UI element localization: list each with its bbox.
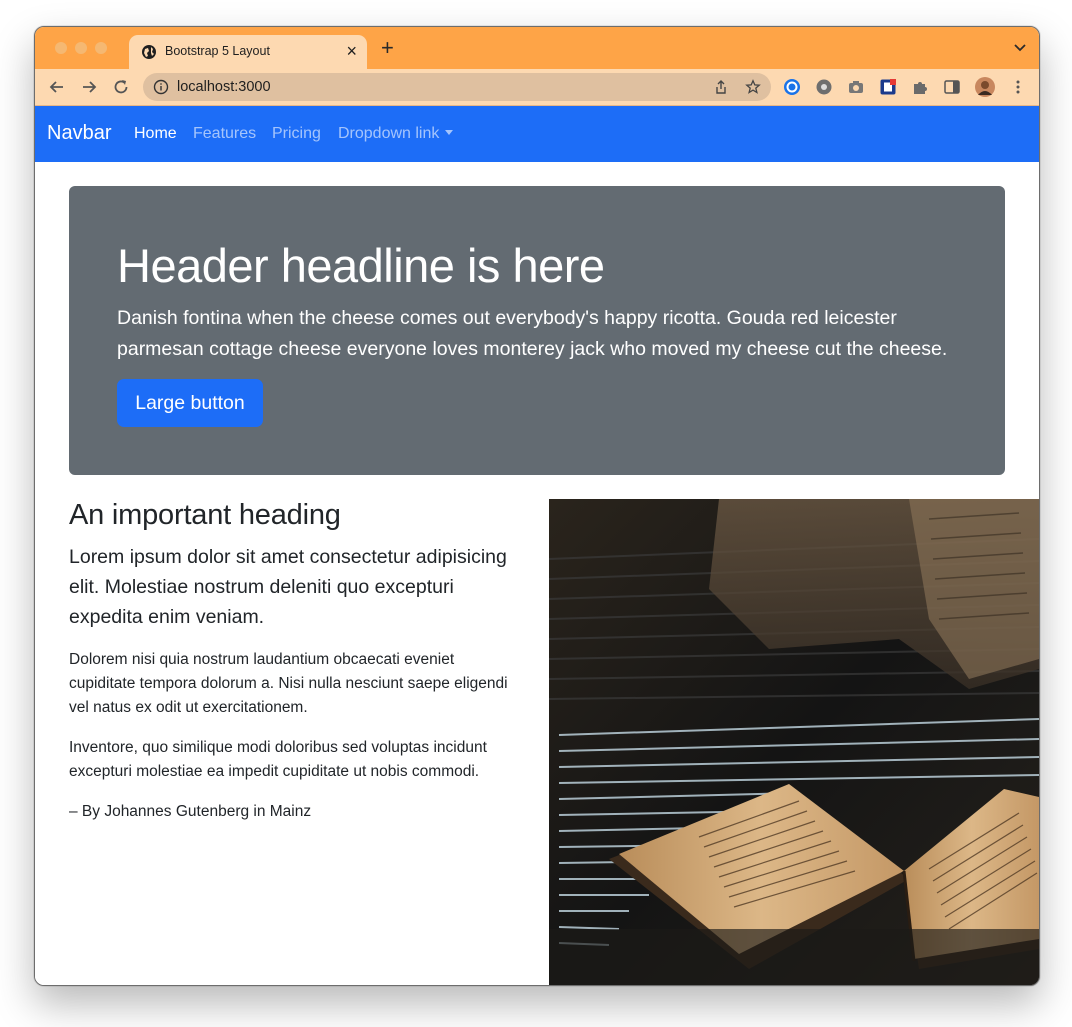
jumbotron: Header headline is here Danish fontina w…	[69, 186, 1005, 475]
minimize-window-button[interactable]	[75, 42, 87, 54]
section-lead: Lorem ipsum dolor sit amet consectetur a…	[69, 546, 507, 628]
tab-bootstrap-layout[interactable]: Bootstrap 5 Layout ×	[129, 35, 367, 69]
nav-link-dropdown[interactable]: Dropdown link	[338, 125, 454, 143]
new-tab-button[interactable]: +	[381, 37, 394, 59]
browser-toolbar: localhost:3000	[35, 69, 1039, 106]
side-panel-icon[interactable]	[943, 78, 961, 96]
nav-link-features[interactable]: Features	[193, 125, 256, 143]
tab-title: Bootstrap 5 Layout	[165, 44, 270, 58]
profile-avatar[interactable]	[975, 77, 995, 97]
attribution: – By Johannes Gutenberg in Mainz	[69, 803, 312, 820]
tab-close-button[interactable]: ×	[346, 41, 357, 61]
chevron-down-icon[interactable]	[1013, 41, 1027, 55]
jumbotron-lead: Danish fontina when the cheese comes out…	[117, 307, 948, 360]
bookmark-star-icon[interactable]	[745, 79, 761, 95]
reload-icon[interactable]	[111, 77, 131, 97]
tab-strip: Bootstrap 5 Layout × +	[35, 27, 1039, 69]
close-window-button[interactable]	[55, 42, 67, 54]
jumbotron-title: Header headline is here	[117, 239, 605, 292]
section-heading: An important heading	[69, 499, 341, 531]
gutenberg-bible-image	[549, 499, 1039, 985]
puzzle-icon[interactable]	[911, 78, 929, 96]
content-column: An important heading Lorem ipsum dolor s…	[69, 499, 517, 824]
web-page: Navbar Home Features Pricing Dropdown li…	[35, 106, 1039, 985]
forward-arrow-icon[interactable]	[79, 77, 99, 97]
zoom-window-button[interactable]	[95, 42, 107, 54]
address-bar[interactable]: localhost:3000	[143, 73, 771, 101]
more-vert-icon[interactable]	[1009, 78, 1027, 96]
extension-shield-icon[interactable]	[879, 78, 897, 96]
nav-dropdown-label: Dropdown link	[338, 125, 440, 142]
nav-link-pricing[interactable]: Pricing	[272, 125, 321, 143]
camera-icon[interactable]	[847, 78, 865, 96]
paragraph: Inventore, quo similique modi doloribus …	[69, 739, 487, 780]
large-button[interactable]: Large button	[117, 379, 263, 427]
browser-window: Bootstrap 5 Layout × + localhost:3000 Na…	[34, 26, 1040, 986]
url-text: localhost:3000	[177, 79, 271, 95]
nav-link-home[interactable]: Home	[134, 125, 177, 143]
navbar: Navbar Home Features Pricing Dropdown li…	[35, 106, 1039, 162]
extension-gear-icon[interactable]	[815, 78, 833, 96]
back-arrow-icon[interactable]	[47, 77, 67, 97]
open-book-photo	[549, 499, 1039, 985]
paragraph: Dolorem nisi quia nostrum laudantium obc…	[69, 651, 508, 716]
caret-down-icon	[445, 130, 454, 135]
info-icon[interactable]	[153, 79, 169, 95]
globe-icon	[142, 45, 156, 59]
share-icon[interactable]	[713, 79, 729, 95]
extension-c-icon[interactable]	[783, 78, 801, 96]
navbar-brand[interactable]: Navbar	[47, 122, 111, 145]
